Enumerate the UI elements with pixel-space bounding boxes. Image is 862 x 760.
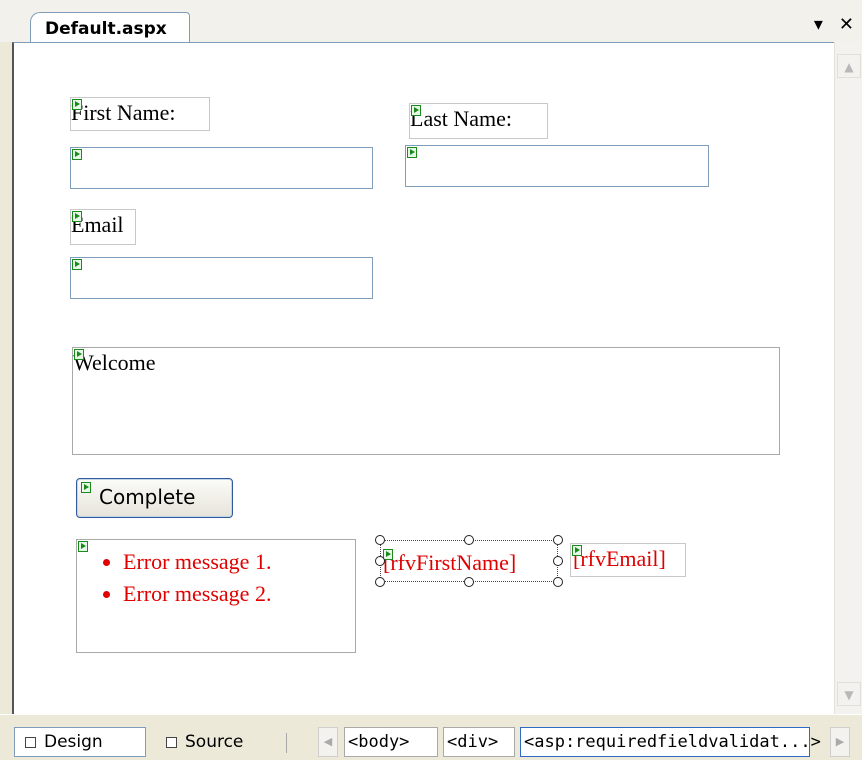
first-name-input[interactable]: [70, 147, 373, 189]
close-icon[interactable]: ✕: [839, 14, 854, 35]
resize-handle[interactable]: [464, 577, 474, 587]
document-tab-strip: Default.aspx ▾ ✕: [0, 0, 862, 44]
design-view-icon: [25, 736, 36, 748]
design-surface[interactable]: First Name: Last Name: Email Welcome Com…: [12, 42, 834, 714]
dropdown-icon[interactable]: ▾: [814, 14, 823, 35]
resize-handle[interactable]: [464, 535, 474, 545]
validation-error-item: Error message 1.: [123, 546, 355, 578]
email-label[interactable]: Email: [70, 209, 136, 245]
welcome-label[interactable]: Welcome: [72, 347, 780, 455]
email-input[interactable]: [70, 257, 373, 299]
smart-tag-icon: [411, 105, 421, 116]
tab-design[interactable]: Design: [14, 727, 146, 757]
complete-button[interactable]: Complete: [76, 478, 233, 518]
resize-handle[interactable]: [553, 556, 563, 566]
resize-handle[interactable]: [553, 535, 563, 545]
smart-tag-icon: [78, 541, 88, 552]
tab-source[interactable]: Source: [156, 727, 266, 757]
nav-left-arrow-icon[interactable]: ◀: [318, 727, 338, 757]
smart-tag-icon: [81, 482, 91, 493]
smart-tag-icon: [74, 349, 84, 360]
breadcrumb-requiredfieldvalidator[interactable]: <asp:requiredfieldvalidat...>: [520, 727, 821, 757]
source-view-icon: [166, 736, 177, 748]
last-name-label[interactable]: Last Name:: [409, 103, 548, 139]
view-bar: Design Source ◀ <body> <div> <asp:requir…: [0, 714, 862, 760]
nav-right-arrow-icon[interactable]: ▶: [830, 727, 850, 757]
smart-tag-icon: [407, 147, 417, 158]
validation-summary-list: Error message 1. Error message 2.: [77, 546, 355, 610]
last-name-input[interactable]: [405, 145, 709, 187]
scroll-up-arrow-icon[interactable]: ▲: [837, 54, 861, 78]
smart-tag-icon: [572, 545, 582, 556]
resize-handle[interactable]: [375, 556, 385, 566]
resize-handle[interactable]: [375, 577, 385, 587]
resize-handle[interactable]: [553, 577, 563, 587]
smart-tag-icon: [72, 259, 82, 270]
validation-summary[interactable]: Error message 1. Error message 2.: [76, 539, 356, 653]
breadcrumb-body[interactable]: <body>: [344, 727, 438, 757]
smart-tag-icon: [72, 149, 82, 160]
validation-error-item: Error message 2.: [123, 578, 355, 610]
smart-tag-icon: [72, 211, 82, 222]
vertical-scrollbar[interactable]: ▲ ▼: [834, 42, 862, 714]
toolbar-separator: [286, 733, 287, 753]
tab-strip-controls: ▾ ✕: [814, 14, 854, 35]
breadcrumb-div[interactable]: <div>: [443, 727, 515, 757]
tab-default-aspx[interactable]: Default.aspx: [30, 12, 190, 44]
scroll-down-arrow-icon[interactable]: ▼: [837, 682, 861, 706]
first-name-label[interactable]: First Name:: [70, 97, 210, 131]
resize-handle[interactable]: [375, 535, 385, 545]
rfv-email-validator[interactable]: [rfvEmail]: [570, 543, 686, 577]
smart-tag-icon: [72, 99, 82, 110]
rfv-first-name-validator[interactable]: [rfvFirstName]: [375, 535, 563, 587]
